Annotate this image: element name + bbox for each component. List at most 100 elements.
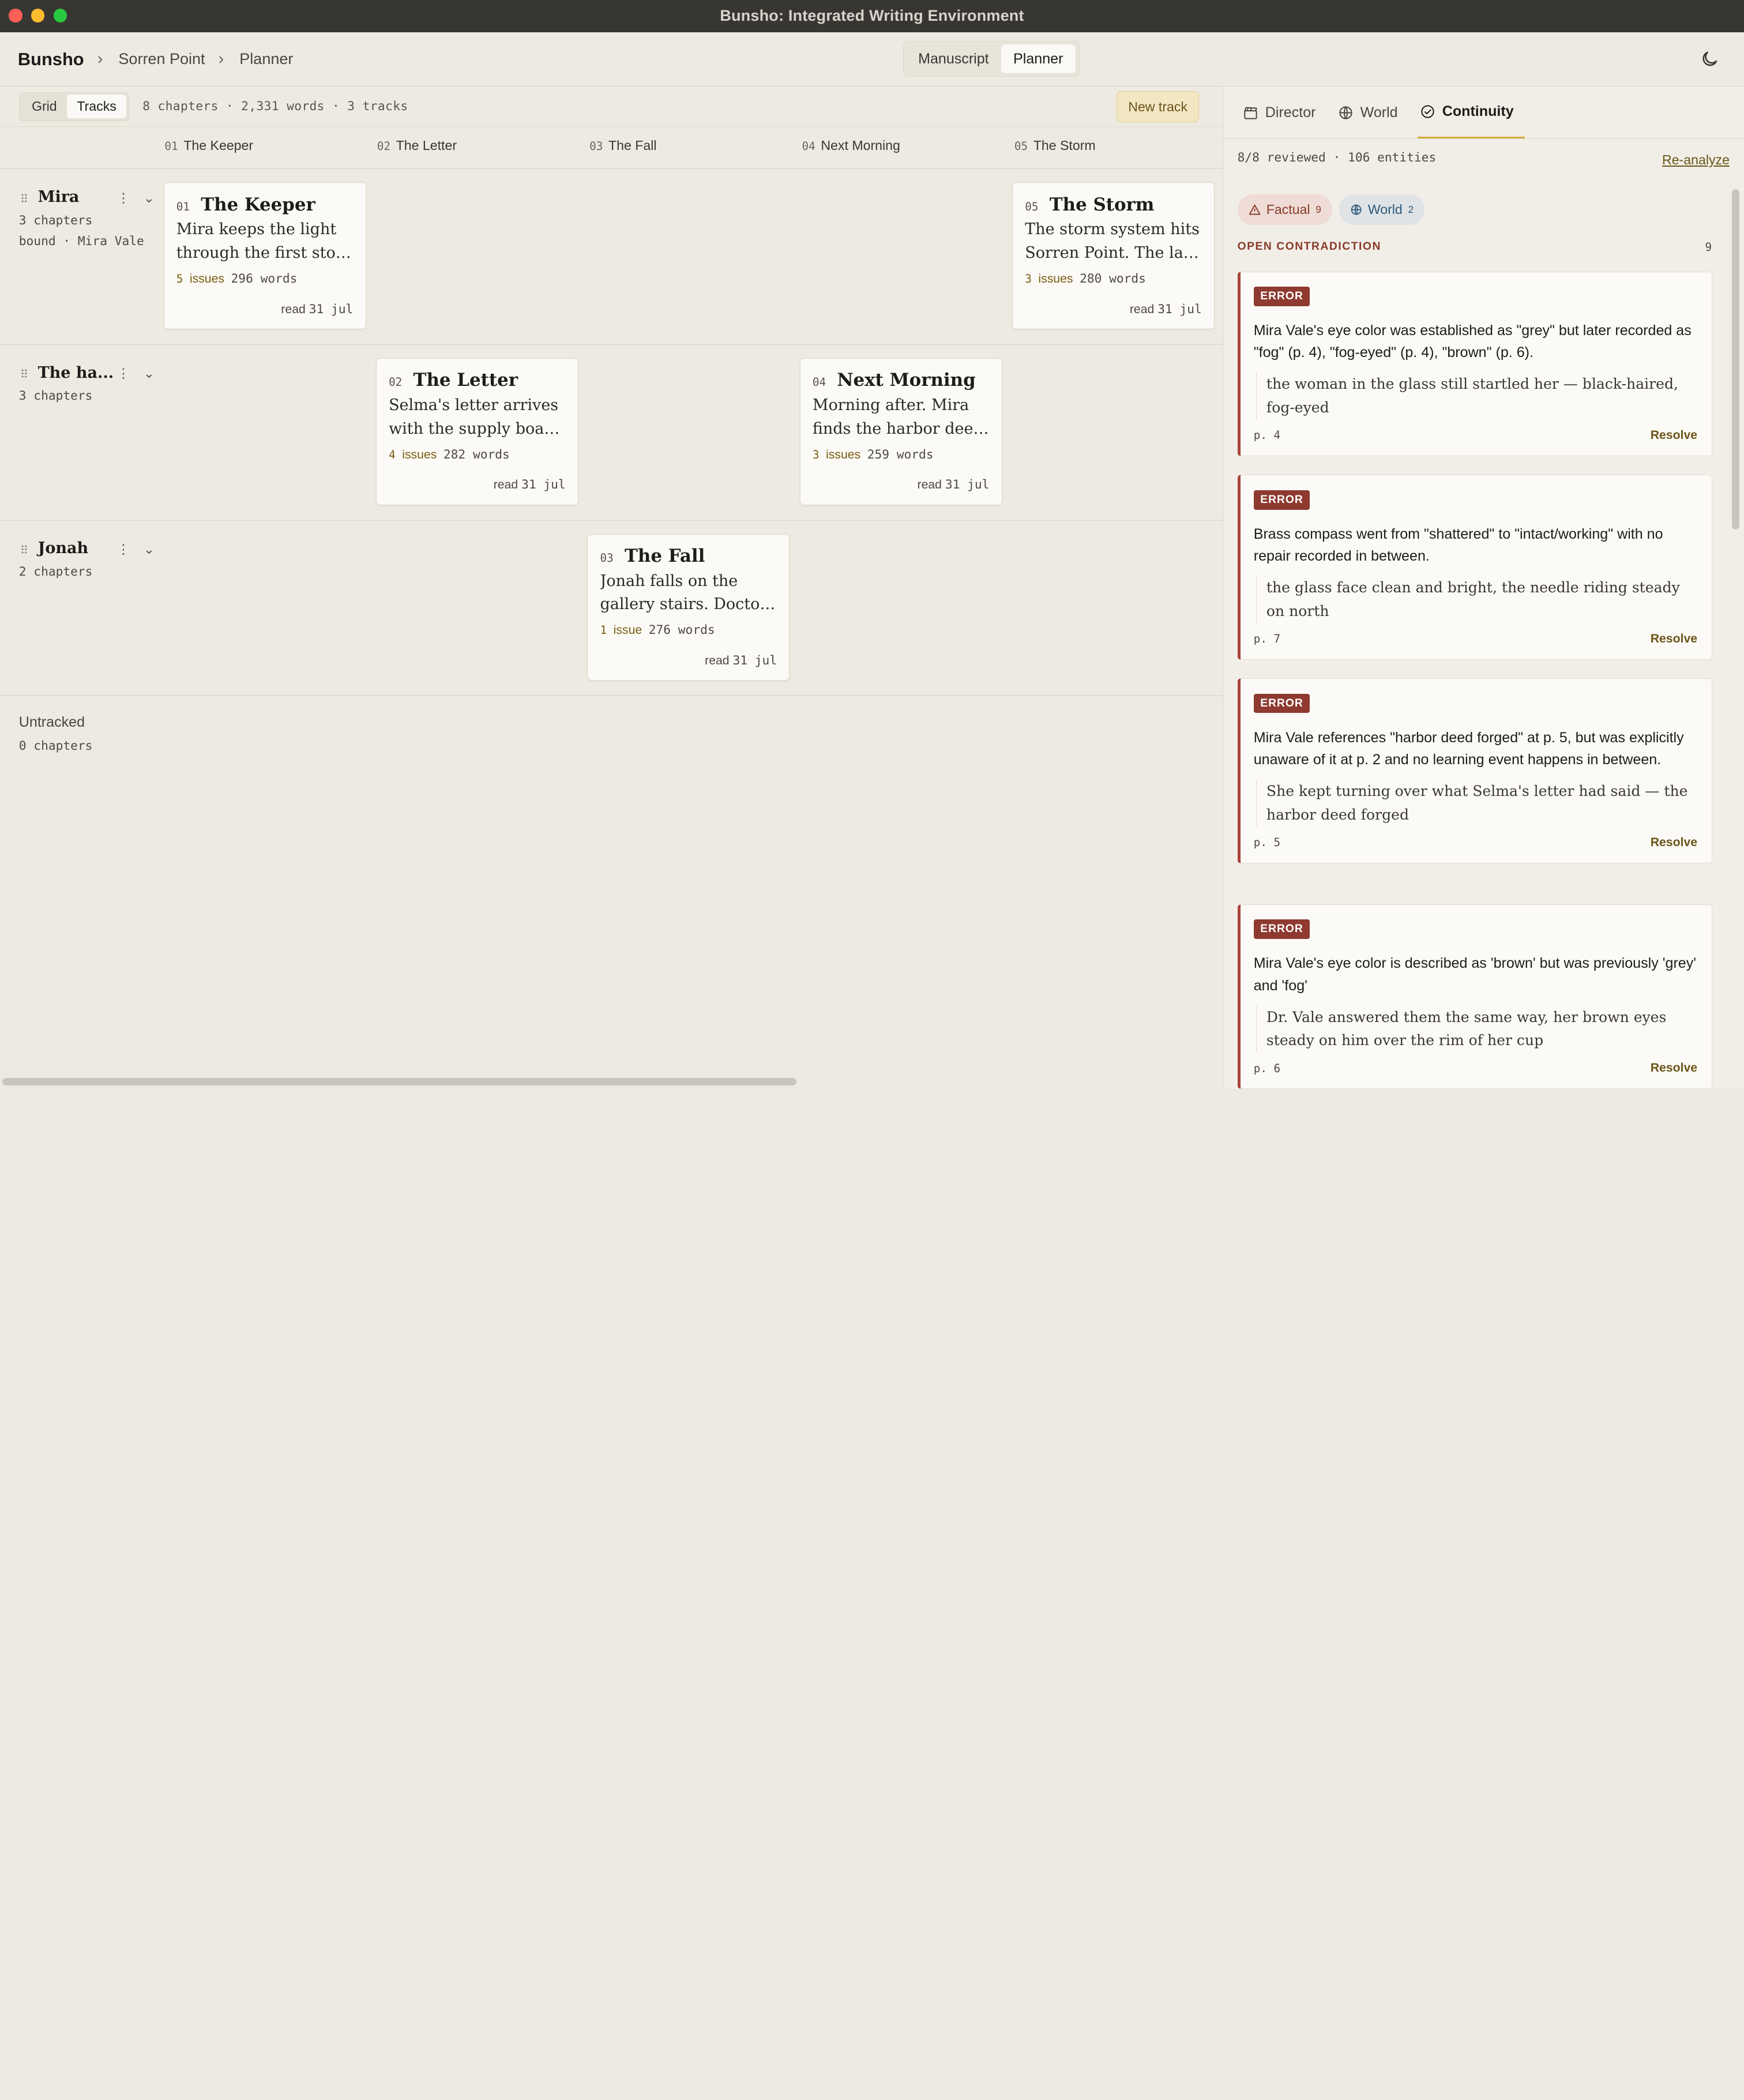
chapter-card-03[interactable]: 03 The Fall Jonah falls on the gallery sta… (587, 534, 790, 681)
card-stats: 5 issues 296 words (176, 271, 298, 286)
issue-message: Brass compass went from "shattered" to "… (1253, 525, 1663, 565)
chevron-right-icon: › (218, 50, 224, 69)
planner-stats: 8 chapters · 2,331 words · 3 tracks (142, 99, 408, 114)
column-header: 01 The Keeper (164, 138, 254, 153)
issue-quote: She kept turning over what Selma's lette… (1256, 780, 1698, 827)
chapter-card-05[interactable]: 05 The Storm The storm system hits Sorren … (1012, 182, 1215, 329)
divider (0, 695, 1223, 697)
tab-director[interactable]: Director (1241, 87, 1326, 138)
issue-quote: the woman in the glass still startled he… (1256, 373, 1698, 420)
view-toggle: Grid Tracks (18, 92, 130, 121)
filter-world-chip[interactable]: World 2 (1339, 194, 1425, 225)
drag-handle-icon[interactable]: ⠿ (20, 368, 28, 382)
issue-quote: the glass face clean and bright, the nee… (1256, 576, 1698, 623)
chevron-down-icon[interactable]: ⌄ (144, 190, 155, 206)
issue-card[interactable]: ERROR Mira Vale references "harbor deed … (1237, 678, 1713, 863)
warning-icon (1249, 204, 1261, 215)
clapperboard-icon (1244, 107, 1257, 119)
window-title: Bunsho: Integrated Writing Environment (720, 7, 1024, 25)
filter-factual-chip[interactable]: Factual 9 (1237, 194, 1333, 225)
card-read-date: read 31 jul (705, 653, 777, 668)
issue-message: Mira Vale's eye color was established as… (1253, 322, 1692, 361)
card-description: Selma's letter arrives with the supply bo… (389, 396, 566, 438)
app-brand[interactable]: Bunsho (18, 49, 84, 70)
issue-card[interactable]: ERROR Mira Vale's eye color is described… (1237, 904, 1713, 1090)
card-stats: 3 issues 280 words (1025, 271, 1146, 286)
mode-switch: Manuscript Planner (903, 41, 1080, 77)
chevron-down-icon[interactable]: ⌄ (144, 366, 155, 381)
globe-icon (1351, 204, 1362, 215)
mode-manuscript-button[interactable]: Manuscript (906, 44, 1001, 73)
track-meta: 3 chapters bound · Mira Vale (18, 213, 144, 249)
issue-page: p. 6 (1253, 1061, 1281, 1075)
tab-world[interactable]: World (1336, 87, 1409, 138)
issue-card[interactable]: ERROR Brass compass went from "shattered… (1237, 475, 1713, 660)
more-vertical-icon[interactable]: ⋮ (116, 542, 130, 557)
app-window: Bunsho: Integrated Writing Environment B… (0, 0, 1744, 1090)
chapter-card-01[interactable]: 01 The Keeper Mira keeps the light through… (163, 182, 366, 329)
window-controls (9, 9, 67, 22)
track-mira[interactable]: ⠿ Mira 3 chapters bound · Mira Vale ⋮ ⌄ (18, 188, 155, 253)
reanalyze-link[interactable]: Re-analyze (1662, 152, 1730, 168)
chapter-card-02[interactable]: 02 The Letter Selma's letter arrives with … (375, 358, 578, 505)
card-read-date: read 31 jul (281, 302, 354, 317)
view-tracks-button[interactable]: Tracks (67, 95, 127, 118)
chevron-right-icon: › (97, 50, 103, 69)
tab-continuity[interactable]: Continuity (1418, 87, 1525, 139)
moon-icon[interactable] (1700, 49, 1720, 69)
error-badge: ERROR (1253, 490, 1310, 510)
close-window-button[interactable] (9, 9, 22, 22)
card-read-date: read 31 jul (493, 478, 566, 493)
column-header: 04 Next Morning (802, 138, 900, 153)
card-description: The storm system hits Sorren Point. The l… (1025, 220, 1202, 262)
resolve-button[interactable]: Resolve (1651, 429, 1697, 442)
track-the-ha[interactable]: ⠿ The ha... 3 chapters ⋮ ⌄ (19, 364, 155, 407)
breadcrumb-page: Planner (239, 50, 294, 68)
card-read-date: read 31 jul (1129, 302, 1202, 317)
check-circle-icon (1421, 105, 1434, 118)
issue-card[interactable]: ERROR Mira Vale's eye color was establis… (1237, 271, 1713, 456)
track-actions: ⋮ ⌄ (116, 190, 155, 206)
new-track-button[interactable]: New track (1117, 91, 1200, 123)
resolve-button[interactable]: Resolve (1651, 632, 1697, 646)
issue-page: p. 5 (1253, 836, 1281, 850)
top-bar: Bunsho › Sorren Point › Planner Manuscri… (0, 32, 1744, 87)
divider (0, 168, 1223, 170)
continuity-panel: Director World Continuity 8/8 reviewed ·… (1222, 87, 1744, 1090)
resolve-button[interactable]: Resolve (1651, 1061, 1697, 1075)
issue-message: Mira Vale references "harbor deed forged… (1253, 729, 1684, 768)
filter-chips: Factual 9 World 2 (1223, 177, 1744, 225)
panel-tabs: Director World Continuity (1223, 87, 1744, 140)
card-read-date: read 31 jul (917, 478, 990, 493)
column-header: 03 The Fall (589, 138, 657, 153)
drag-handle-icon[interactable]: ⠿ (20, 544, 28, 558)
card-description: Mira keeps the light through the first st… (176, 220, 354, 262)
error-badge: ERROR (1253, 693, 1310, 713)
title-bar: Bunsho: Integrated Writing Environment (0, 0, 1744, 32)
untracked-section: Untracked 0 chapters (18, 714, 93, 753)
issue-page: p. 7 (1253, 632, 1281, 646)
chapter-card-04[interactable]: 04 Next Morning Morning after. Mira finds … (799, 358, 1002, 505)
zoom-window-button[interactable] (53, 9, 67, 22)
divider (0, 519, 1223, 521)
track-actions: ⋮ ⌄ (116, 366, 155, 381)
more-vertical-icon[interactable]: ⋮ (116, 366, 130, 381)
track-actions: ⋮ ⌄ (116, 542, 155, 557)
scrollbar-thumb[interactable] (1731, 189, 1740, 529)
mode-planner-button[interactable]: Planner (1001, 44, 1076, 74)
view-grid-button[interactable]: Grid (22, 95, 67, 118)
resolve-button[interactable]: Resolve (1651, 836, 1697, 850)
horizontal-scrollbar[interactable] (0, 1076, 1218, 1087)
error-badge: ERROR (1253, 287, 1310, 306)
vertical-scrollbar[interactable] (1731, 189, 1741, 1089)
issue-message: Mira Vale's eye color is described as 'b… (1253, 955, 1697, 994)
track-jonah[interactable]: ⠿ Jonah 2 chapters ⋮ ⌄ (19, 539, 155, 583)
drag-handle-icon[interactable]: ⠿ (20, 193, 28, 206)
more-vertical-icon[interactable]: ⋮ (116, 190, 130, 206)
minimize-window-button[interactable] (31, 9, 45, 22)
card-stats: 4 issues 282 words (389, 447, 510, 462)
breadcrumb-project[interactable]: Sorren Point (118, 50, 205, 68)
divider (0, 343, 1223, 345)
scrollbar-thumb[interactable] (2, 1077, 796, 1086)
chevron-down-icon[interactable]: ⌄ (144, 542, 155, 557)
